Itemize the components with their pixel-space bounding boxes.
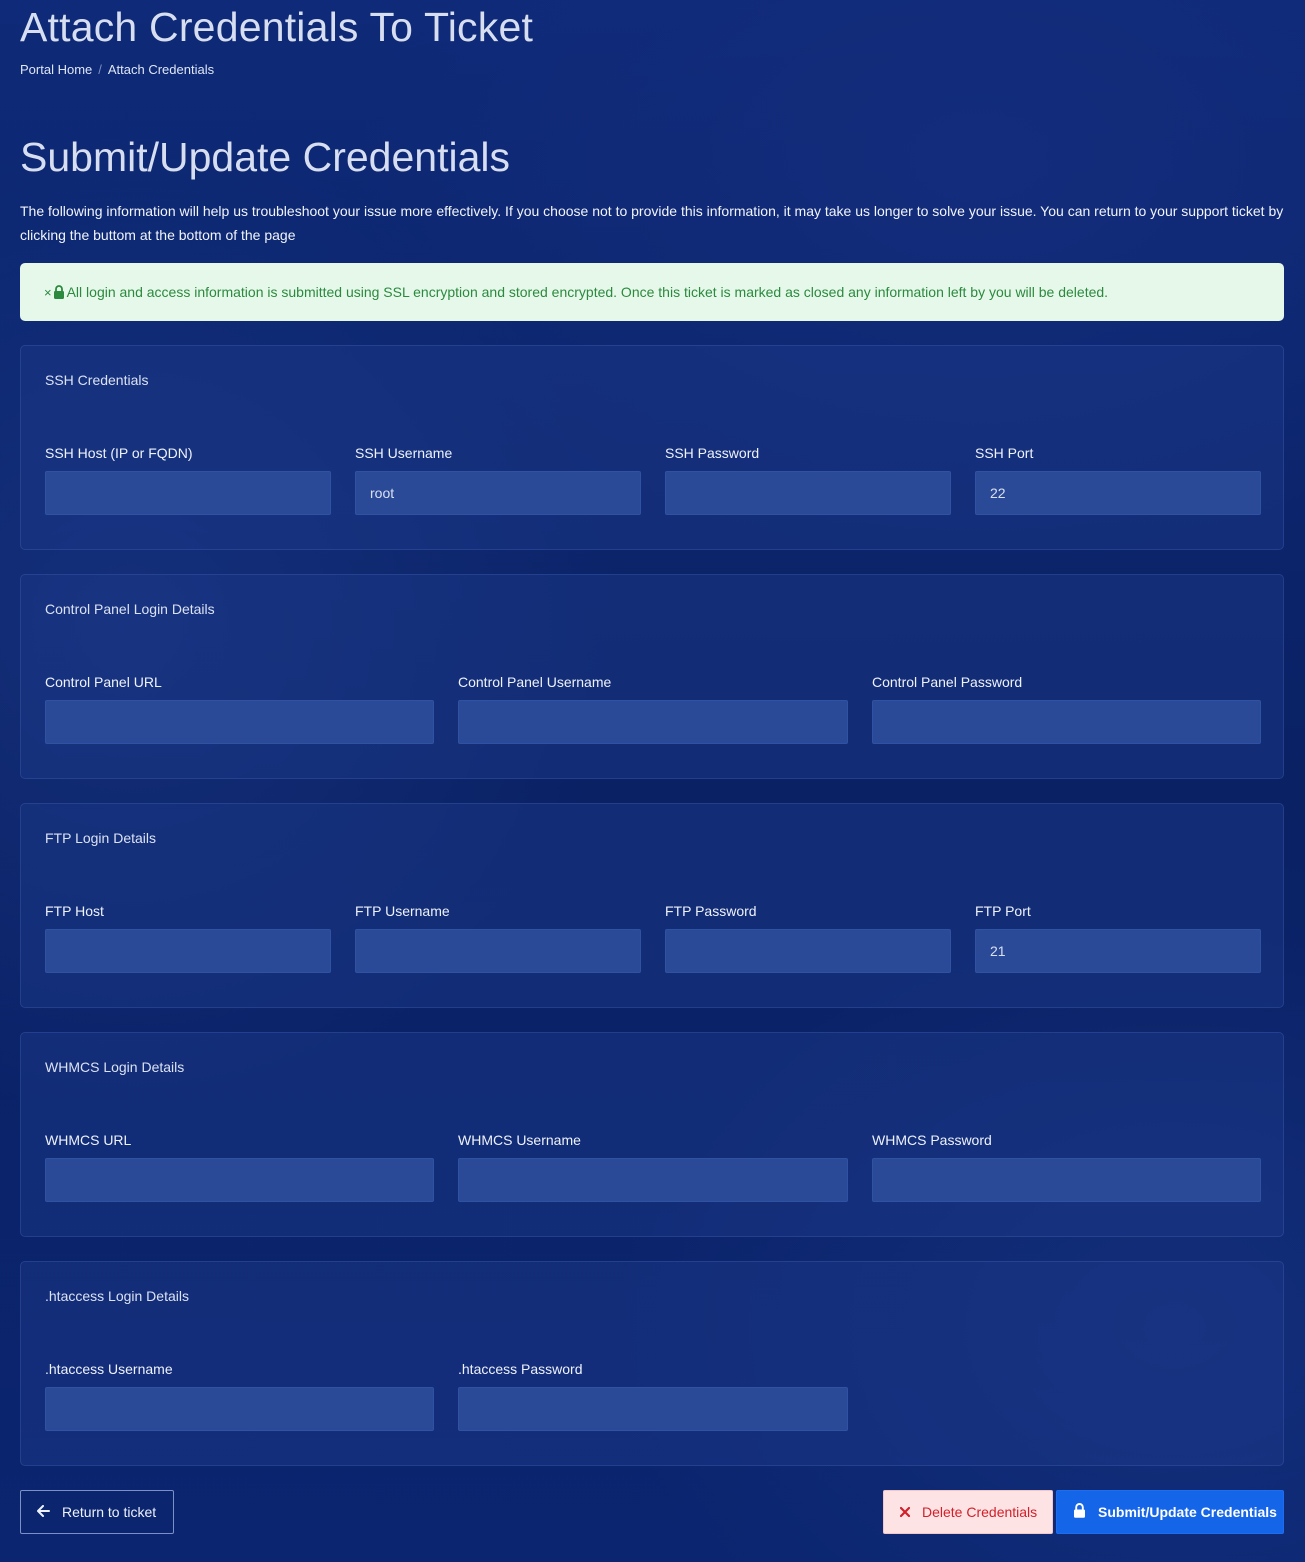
ftp-host-field: FTP Host: [45, 903, 331, 973]
whmcs-login-card: WHMCS Login Details WHMCS URL WHMCS User…: [20, 1032, 1284, 1237]
page-title: Attach Credentials To Ticket: [20, 4, 534, 50]
whmcs-password-input[interactable]: [872, 1158, 1261, 1202]
ssh-host-field: SSH Host (IP or FQDN): [45, 445, 331, 515]
close-icon: [899, 1504, 911, 1520]
ssh-host-input[interactable]: [45, 471, 331, 515]
delete-credentials-button[interactable]: Delete Credentials: [883, 1490, 1053, 1534]
htaccess-username-field: .htaccess Username: [45, 1361, 434, 1431]
whmcs-username-field: WHMCS Username: [458, 1132, 848, 1202]
card-title: FTP Login Details: [45, 830, 157, 846]
return-to-ticket-button[interactable]: Return to ticket: [20, 1490, 174, 1534]
field-label: WHMCS Username: [458, 1132, 581, 1148]
htaccess-username-input[interactable]: [45, 1387, 434, 1431]
cpanel-username-field: Control Panel Username: [458, 674, 848, 744]
cpanel-username-input[interactable]: [458, 700, 848, 744]
ftp-username-field: FTP Username: [355, 903, 641, 973]
submit-button-label: Submit/Update Credentials: [1098, 1504, 1277, 1520]
card-title: SSH Credentials: [45, 372, 149, 388]
field-label: WHMCS URL: [45, 1132, 132, 1148]
htaccess-password-input[interactable]: [458, 1387, 848, 1431]
delete-button-label: Delete Credentials: [922, 1504, 1038, 1520]
lock-icon: [53, 285, 65, 299]
cpanel-url-field: Control Panel URL: [45, 674, 434, 744]
field-label: SSH Password: [665, 445, 760, 461]
field-label: Control Panel Username: [458, 674, 612, 690]
htaccess-password-field: .htaccess Password: [458, 1361, 848, 1431]
ftp-password-input[interactable]: [665, 929, 951, 973]
ssh-port-field: SSH Port: [975, 445, 1261, 515]
ssh-credentials-card: SSH Credentials SSH Host (IP or FQDN) SS…: [20, 345, 1284, 550]
field-label: FTP Port: [975, 903, 1031, 919]
field-label: SSH Username: [355, 445, 453, 461]
intro-text: The following information will help us t…: [20, 203, 1284, 243]
ftp-host-input[interactable]: [45, 929, 331, 973]
close-icon[interactable]: ×: [44, 285, 52, 300]
ftp-login-card: FTP Login Details FTP Host FTP Username …: [20, 803, 1284, 1008]
lock-icon: [1073, 1503, 1086, 1521]
ssl-info-alert: × All login and access information is su…: [20, 263, 1284, 321]
field-label: Control Panel URL: [45, 674, 162, 690]
cpanel-url-input[interactable]: [45, 700, 434, 744]
ssh-port-input[interactable]: [975, 471, 1261, 515]
field-label: WHMCS Password: [872, 1132, 992, 1148]
breadcrumb: Portal Home / Attach Credentials: [20, 62, 214, 77]
field-label: FTP Password: [665, 903, 757, 919]
whmcs-password-field: WHMCS Password: [872, 1132, 1261, 1202]
htaccess-login-card: .htaccess Login Details .htaccess Userna…: [20, 1261, 1284, 1466]
ftp-port-input[interactable]: [975, 929, 1261, 973]
breadcrumb-current: Attach Credentials: [107, 62, 215, 77]
ssh-username-field: SSH Username: [355, 445, 641, 515]
breadcrumb-portal-home[interactable]: Portal Home: [20, 62, 92, 77]
section-title: Submit/Update Credentials: [20, 134, 510, 180]
ftp-username-input[interactable]: [355, 929, 641, 973]
control-panel-card: Control Panel Login Details Control Pane…: [20, 574, 1284, 779]
alert-text: All login and access information is subm…: [66, 284, 1109, 300]
ssh-username-input[interactable]: [355, 471, 641, 515]
return-button-label: Return to ticket: [62, 1504, 157, 1520]
ftp-password-field: FTP Password: [665, 903, 951, 973]
ssh-password-field: SSH Password: [665, 445, 951, 515]
cpanel-password-input[interactable]: [872, 700, 1261, 744]
field-label: SSH Host (IP or FQDN): [45, 445, 193, 461]
field-label: FTP Username: [355, 903, 450, 919]
field-label: .htaccess Password: [458, 1361, 583, 1377]
card-title: WHMCS Login Details: [45, 1059, 185, 1075]
card-title: .htaccess Login Details: [45, 1288, 189, 1304]
submit-credentials-button[interactable]: Submit/Update Credentials: [1056, 1490, 1284, 1534]
whmcs-url-field: WHMCS URL: [45, 1132, 434, 1202]
field-label: .htaccess Username: [45, 1361, 173, 1377]
breadcrumb-separator: /: [98, 62, 102, 77]
field-label: FTP Host: [45, 903, 104, 919]
field-label: SSH Port: [975, 445, 1034, 461]
whmcs-username-input[interactable]: [458, 1158, 848, 1202]
cpanel-password-field: Control Panel Password: [872, 674, 1261, 744]
card-title: Control Panel Login Details: [45, 601, 215, 617]
ssh-password-input[interactable]: [665, 471, 951, 515]
arrow-left-icon: [37, 1504, 50, 1520]
ftp-port-field: FTP Port: [975, 903, 1261, 973]
whmcs-url-input[interactable]: [45, 1158, 434, 1202]
field-label: Control Panel Password: [872, 674, 1023, 690]
